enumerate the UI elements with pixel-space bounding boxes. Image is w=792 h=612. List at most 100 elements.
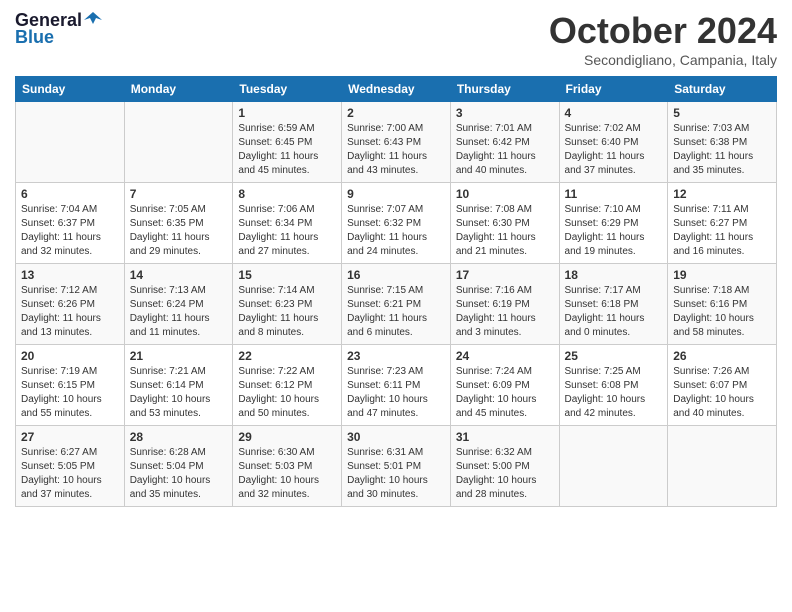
day-info: Sunrise: 7:05 AMSunset: 6:35 PMDaylight:… xyxy=(130,204,210,257)
calendar-day-cell: 18 Sunrise: 7:17 AMSunset: 6:18 PMDayligh… xyxy=(559,264,668,345)
day-info: Sunrise: 7:00 AMSunset: 6:43 PMDaylight:… xyxy=(347,123,427,176)
calendar-day-cell: 8 Sunrise: 7:06 AMSunset: 6:34 PMDaylight… xyxy=(233,183,342,264)
day-info: Sunrise: 6:31 AMSunset: 5:01 PMDaylight:… xyxy=(347,447,428,500)
calendar-day-cell: 16Sunrise: 7:15 AMSunset: 6:21 PMDayligh… xyxy=(342,264,451,345)
day-info: Sunrise: 7:21 AMSunset: 6:14 PMDaylight:… xyxy=(130,366,211,419)
weekday-header-row: SundayMondayTuesdayWednesdayThursdayFrid… xyxy=(16,77,777,102)
calendar-day-cell: 3 Sunrise: 7:01 AMSunset: 6:42 PMDaylight… xyxy=(450,102,559,183)
day-number: 16 xyxy=(347,268,445,282)
day-info: Sunrise: 7:18 AMSunset: 6:16 PMDaylight:… xyxy=(673,285,754,338)
calendar-day-cell xyxy=(668,426,777,507)
day-number: 12 xyxy=(673,187,771,201)
day-info: Sunrise: 7:26 AMSunset: 6:07 PMDaylight:… xyxy=(673,366,754,419)
calendar-day-cell: 17 Sunrise: 7:16 AMSunset: 6:19 PMDayligh… xyxy=(450,264,559,345)
weekday-header-monday: Monday xyxy=(124,77,233,102)
weekday-header-tuesday: Tuesday xyxy=(233,77,342,102)
day-info: Sunrise: 6:30 AMSunset: 5:03 PMDaylight:… xyxy=(238,447,319,500)
day-number: 26 xyxy=(673,349,771,363)
calendar-day-cell: 23 Sunrise: 7:23 AMSunset: 6:11 PMDayligh… xyxy=(342,345,451,426)
calendar-day-cell: 26 Sunrise: 7:26 AMSunset: 6:07 PMDayligh… xyxy=(668,345,777,426)
calendar-day-cell: 21 Sunrise: 7:21 AMSunset: 6:14 PMDayligh… xyxy=(124,345,233,426)
calendar-day-cell: 31 Sunrise: 6:32 AMSunset: 5:00 PMDayligh… xyxy=(450,426,559,507)
weekday-header-thursday: Thursday xyxy=(450,77,559,102)
day-number: 1 xyxy=(238,106,336,120)
day-info: Sunrise: 7:22 AMSunset: 6:12 PMDaylight:… xyxy=(238,366,319,419)
calendar-day-cell: 1Sunrise: 6:59 AMSunset: 6:45 PMDaylight… xyxy=(233,102,342,183)
calendar-week-row: 27Sunrise: 6:27 AMSunset: 5:05 PMDayligh… xyxy=(16,426,777,507)
day-info: Sunrise: 7:02 AMSunset: 6:40 PMDaylight:… xyxy=(565,123,645,176)
day-number: 29 xyxy=(238,430,336,444)
calendar-day-cell: 6 Sunrise: 7:04 AMSunset: 6:37 PMDaylight… xyxy=(16,183,125,264)
day-number: 6 xyxy=(21,187,119,201)
day-info: Sunrise: 7:08 AMSunset: 6:30 PMDaylight:… xyxy=(456,204,536,257)
day-info: Sunrise: 7:13 AMSunset: 6:24 PMDaylight:… xyxy=(130,285,210,338)
day-number: 3 xyxy=(456,106,554,120)
day-info: Sunrise: 7:16 AMSunset: 6:19 PMDaylight:… xyxy=(456,285,536,338)
location: Secondigliano, Campania, Italy xyxy=(549,52,777,68)
logo: General Blue xyxy=(15,10,102,48)
calendar-day-cell: 14 Sunrise: 7:13 AMSunset: 6:24 PMDayligh… xyxy=(124,264,233,345)
day-number: 15 xyxy=(238,268,336,282)
title-section: October 2024 Secondigliano, Campania, It… xyxy=(549,10,777,68)
calendar-day-cell: 5Sunrise: 7:03 AMSunset: 6:38 PMDaylight… xyxy=(668,102,777,183)
calendar-day-cell: 15 Sunrise: 7:14 AMSunset: 6:23 PMDayligh… xyxy=(233,264,342,345)
day-number: 2 xyxy=(347,106,445,120)
logo-blue: Blue xyxy=(15,27,54,48)
day-info: Sunrise: 7:12 AMSunset: 6:26 PMDaylight:… xyxy=(21,285,101,338)
day-number: 31 xyxy=(456,430,554,444)
calendar-day-cell: 25Sunrise: 7:25 AMSunset: 6:08 PMDayligh… xyxy=(559,345,668,426)
day-number: 11 xyxy=(565,187,663,201)
day-number: 21 xyxy=(130,349,228,363)
calendar-day-cell: 30 Sunrise: 6:31 AMSunset: 5:01 PMDayligh… xyxy=(342,426,451,507)
day-number: 19 xyxy=(673,268,771,282)
day-info: Sunrise: 7:07 AMSunset: 6:32 PMDaylight:… xyxy=(347,204,427,257)
calendar-table: SundayMondayTuesdayWednesdayThursdayFrid… xyxy=(15,76,777,507)
day-number: 4 xyxy=(565,106,663,120)
day-info: Sunrise: 7:23 AMSunset: 6:11 PMDaylight:… xyxy=(347,366,428,419)
logo-bird-icon xyxy=(84,10,102,28)
calendar-day-cell xyxy=(124,102,233,183)
day-info: Sunrise: 6:32 AMSunset: 5:00 PMDaylight:… xyxy=(456,447,537,500)
day-info: Sunrise: 7:01 AMSunset: 6:42 PMDaylight:… xyxy=(456,123,536,176)
header: General Blue October 2024 Secondigliano,… xyxy=(15,10,777,68)
calendar-day-cell xyxy=(16,102,125,183)
calendar-day-cell: 2 Sunrise: 7:00 AMSunset: 6:43 PMDaylight… xyxy=(342,102,451,183)
day-number: 23 xyxy=(347,349,445,363)
day-info: Sunrise: 6:28 AMSunset: 5:04 PMDaylight:… xyxy=(130,447,211,500)
day-info: Sunrise: 7:06 AMSunset: 6:34 PMDaylight:… xyxy=(238,204,318,257)
day-number: 7 xyxy=(130,187,228,201)
day-info: Sunrise: 7:10 AMSunset: 6:29 PMDaylight:… xyxy=(565,204,645,257)
calendar-container: General Blue October 2024 Secondigliano,… xyxy=(0,0,792,517)
day-number: 8 xyxy=(238,187,336,201)
calendar-week-row: 6 Sunrise: 7:04 AMSunset: 6:37 PMDaylight… xyxy=(16,183,777,264)
day-number: 5 xyxy=(673,106,771,120)
weekday-header-saturday: Saturday xyxy=(668,77,777,102)
day-number: 13 xyxy=(21,268,119,282)
calendar-day-cell: 10Sunrise: 7:08 AMSunset: 6:30 PMDayligh… xyxy=(450,183,559,264)
day-number: 28 xyxy=(130,430,228,444)
day-number: 30 xyxy=(347,430,445,444)
calendar-day-cell xyxy=(559,426,668,507)
day-number: 17 xyxy=(456,268,554,282)
day-number: 18 xyxy=(565,268,663,282)
weekday-header-friday: Friday xyxy=(559,77,668,102)
calendar-day-cell: 13 Sunrise: 7:12 AMSunset: 6:26 PMDayligh… xyxy=(16,264,125,345)
day-info: Sunrise: 7:11 AMSunset: 6:27 PMDaylight:… xyxy=(673,204,753,257)
calendar-day-cell: 24Sunrise: 7:24 AMSunset: 6:09 PMDayligh… xyxy=(450,345,559,426)
day-number: 25 xyxy=(565,349,663,363)
calendar-day-cell: 28 Sunrise: 6:28 AMSunset: 5:04 PMDayligh… xyxy=(124,426,233,507)
calendar-day-cell: 22 Sunrise: 7:22 AMSunset: 6:12 PMDayligh… xyxy=(233,345,342,426)
day-info: Sunrise: 7:17 AMSunset: 6:18 PMDaylight:… xyxy=(565,285,645,338)
day-info: Sunrise: 7:19 AMSunset: 6:15 PMDaylight:… xyxy=(21,366,102,419)
day-info: Sunrise: 7:14 AMSunset: 6:23 PMDaylight:… xyxy=(238,285,318,338)
day-number: 14 xyxy=(130,268,228,282)
calendar-day-cell: 11 Sunrise: 7:10 AMSunset: 6:29 PMDayligh… xyxy=(559,183,668,264)
calendar-day-cell: 27Sunrise: 6:27 AMSunset: 5:05 PMDayligh… xyxy=(16,426,125,507)
calendar-week-row: 13 Sunrise: 7:12 AMSunset: 6:26 PMDayligh… xyxy=(16,264,777,345)
day-number: 22 xyxy=(238,349,336,363)
month-title: October 2024 xyxy=(549,10,777,52)
day-number: 24 xyxy=(456,349,554,363)
calendar-day-cell: 7 Sunrise: 7:05 AMSunset: 6:35 PMDaylight… xyxy=(124,183,233,264)
calendar-week-row: 1Sunrise: 6:59 AMSunset: 6:45 PMDaylight… xyxy=(16,102,777,183)
day-info: Sunrise: 7:04 AMSunset: 6:37 PMDaylight:… xyxy=(21,204,101,257)
